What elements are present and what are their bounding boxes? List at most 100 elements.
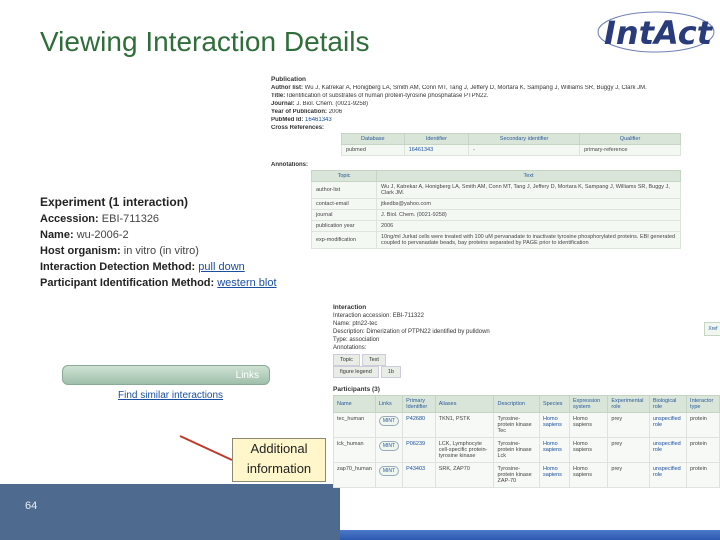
accession-row: Accession: EBI-711326 [40,213,268,225]
interaction-type: Type: association [333,337,380,343]
additional-info-callout: Additional information [232,438,326,482]
species-link[interactable]: Homo sapiens [538,412,570,438]
bio-role-link[interactable]: unspecified role [648,437,688,463]
os-taskbar [340,530,720,540]
participants-title: Participants (3) [333,386,380,393]
detection-label: Interaction Detection Method: [40,261,196,273]
publication-panel: Publication Author list: Wu J, Katrekar … [271,76,691,272]
xref-side-button[interactable]: Xref [704,322,720,336]
interaction-description: Description: Dimerization of PTPN22 iden… [333,329,490,335]
pub-title-value: Identification of substrates of human pr… [286,93,489,99]
journal-row: Journal: J. Biol. Chem. (0021-9258) [271,101,691,107]
xref-label: Cross References: [271,125,325,131]
bio-role-link[interactable]: unspecified role [648,462,688,488]
annotations-row: Annotations: [271,162,691,168]
mint-link-icon[interactable]: MINT [378,441,400,451]
annot-topic: publication year [311,220,377,232]
participants-header: Name [333,395,376,413]
participant-description: Tyrosine-protein kinase Tec [493,412,540,438]
participant-name: lck_human [333,437,376,463]
participant-description: Tyrosine-protein kinase Lck [493,437,540,463]
participant-description: Tyrosine-protein kinase ZAP-70 [493,462,540,488]
xref-id-link[interactable]: 16461343 [403,144,470,156]
participant-id-link[interactable]: P43403 [402,462,436,488]
participants-header: Description [493,395,540,413]
annot-topic: journal [311,209,377,221]
participants-table: Name Links Primary Identifier Aliases De… [333,395,720,488]
slide-title: Viewing Interaction Details [40,26,370,57]
pubmed-link[interactable]: 16461343 [305,117,332,123]
experiment-panel: Experiment (1 interaction) Accession: EB… [40,195,277,325]
annot-topic: contact-email [311,198,377,210]
annot-topic: author-list [311,181,377,199]
interaction-panel: Interaction Interaction accession: EBI-7… [333,304,720,540]
participant-type: protein [686,462,720,488]
pub-title-label: Title: [271,93,286,99]
participant-exp-role: prey [607,462,650,488]
participant-exp-role: prey [607,437,650,463]
participant-id-link[interactable]: P06239 [402,437,436,463]
name-row: Name: wu-2006-2 [40,229,268,241]
participants-header: Aliases [434,395,495,413]
annotations-label: Annotations: [271,162,308,168]
species-link[interactable]: Homo sapiens [538,462,570,488]
participant-type: protein [686,437,720,463]
participant-id-link[interactable]: P42680 [402,412,436,438]
accession-value: EBI-711326 [101,213,160,225]
participants-header: Biological role [648,395,688,413]
xref-cell: - [468,144,581,156]
mint-link-icon[interactable]: MINT [378,416,400,426]
accession-label: Accession: [40,213,99,225]
xref-row: Cross References: [271,125,691,131]
tab-text[interactable]: Text [361,354,386,366]
detection-method-link[interactable]: pull down [198,261,244,273]
interaction-accession: Interaction accession: EBI-711322 [333,313,424,319]
title-row: Title: Identification of substrates of h… [271,93,691,99]
table-row: tec_human MINT P42680 TKN1, PSTK Tyrosin… [333,412,720,438]
participant-aliases: SRK, ZAP70 [434,462,495,488]
tab-value: 1b [380,366,401,378]
participant-type: protein [686,412,720,438]
annot-text: 10ng/ml Jurkat cells were treated with 1… [376,231,681,249]
participant-expression: Homo sapiens [568,412,609,438]
author-list-row: Author list: Wu J, Katrekar A, Honigberg… [271,85,691,91]
annot-topic: exp-modification [311,231,377,249]
journal-label: Journal: [271,101,295,107]
pubmed-label: PubMed Id: [271,117,304,123]
publication-heading: Publication [271,76,307,83]
species-link[interactable]: Homo sapiens [538,437,570,463]
detection-row: Interaction Detection Method: pull down [40,261,268,273]
annotations-table: Topic Text author-list Wu J, Katrekar A, … [311,170,681,249]
participants-header: Species [538,395,570,413]
year-row: Year of Publication: 2006 [271,109,691,115]
experiment-title: Experiment (1 interaction) [40,195,189,209]
participant-method-link[interactable]: western blot [217,277,276,289]
xref-cell: pubmed [341,144,405,156]
author-list-label: Author list: [271,85,303,91]
participant-name: tec_human [333,412,376,438]
xref-table: Database Identifier Secondary identifier… [341,133,681,156]
participant-expression: Homo sapiens [568,462,609,488]
pubmed-row: PubMed Id: 16461343 [271,117,691,123]
intact-logo: IntAct [597,11,715,53]
participant-label: Participant Identification Method: [40,277,215,289]
find-similar-link[interactable]: Find similar interactions [118,390,223,401]
participant-exp-role: prey [607,412,650,438]
xref-header: Qualifier [579,133,681,145]
journal-value: J. Biol. Chem. (0021-9258) [296,101,369,107]
xref-cell: primary-reference [579,144,681,156]
participant-expression: Homo sapiens [568,437,609,463]
participant-aliases: LCK, Lymphocyte cell-specific protein-ty… [434,437,495,463]
mint-link-icon[interactable]: MINT [378,466,400,476]
participants-header: Links [374,395,404,413]
links-button[interactable]: Links [62,365,270,385]
host-label: Host organism: [40,245,121,257]
tab-topic[interactable]: Topic [333,354,360,366]
participants-header: Experimental role [607,395,650,413]
participants-header: Primary Identifier [402,395,436,413]
bio-role-link[interactable]: unspecified role [648,412,688,438]
interaction-heading: Interaction [333,304,367,311]
logo-text: IntAct [604,14,714,52]
interaction-annotation-tabs: Topic Text figure legend 1b [333,354,720,378]
name-value: wu-2006-2 [76,229,129,241]
